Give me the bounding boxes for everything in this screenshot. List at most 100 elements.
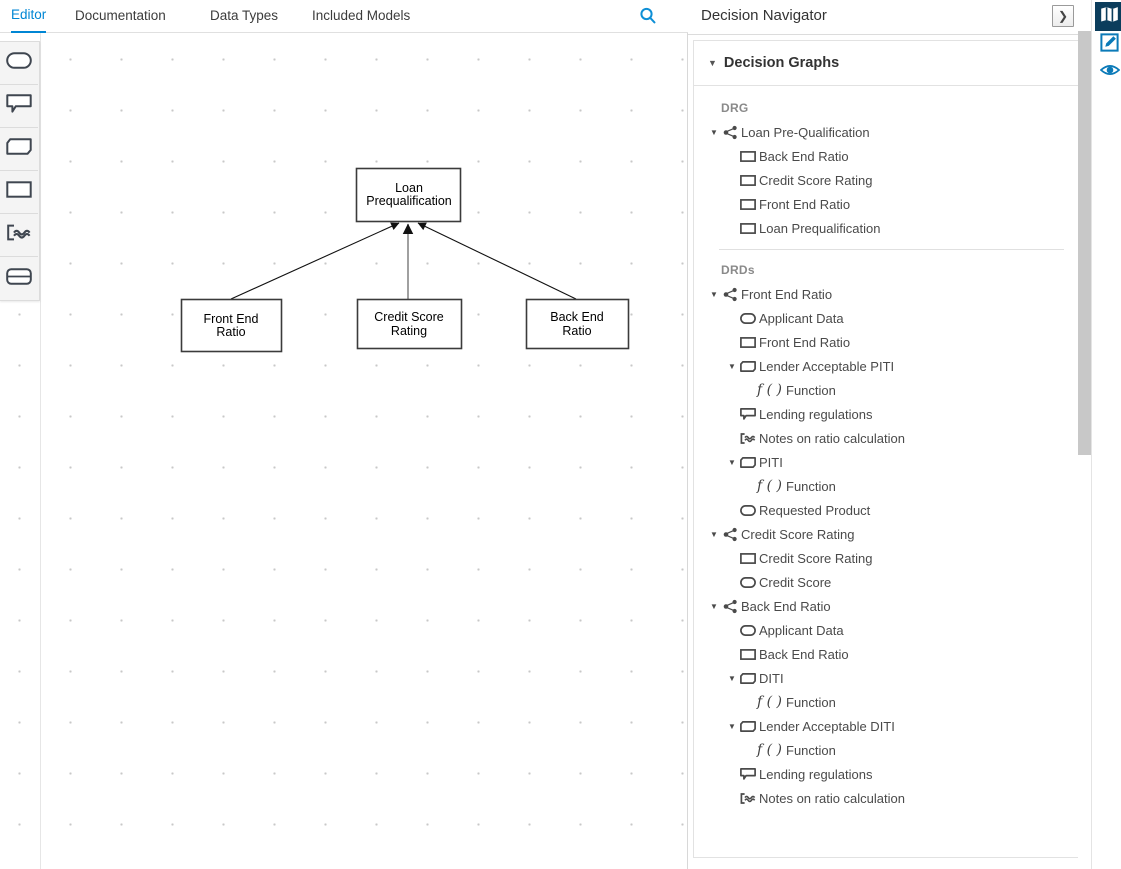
collapse-panel-button[interactable]: ❯ (1052, 5, 1074, 27)
tab-included-models[interactable]: Included Models (312, 0, 410, 33)
tree-item[interactable]: Lending regulations (694, 762, 1079, 786)
tree-item[interactable]: Credit Score Rating (694, 546, 1079, 570)
tree-item[interactable]: ▼ DITI (694, 666, 1079, 690)
decision-icon (739, 192, 757, 216)
tree-item-label: DITI (759, 670, 784, 686)
tab-data-types-label: Data Types (210, 7, 279, 23)
palette-text-annotation[interactable] (0, 85, 38, 128)
preview-eye-icon (1099, 63, 1120, 82)
tree-item-label: Back End Ratio (741, 598, 831, 614)
node-front-end-ratio (180, 298, 283, 353)
tree-item[interactable]: Applicant Data (694, 618, 1079, 642)
palette-knowledge-source[interactable] (0, 214, 38, 257)
decision-icon (739, 546, 757, 570)
tree-item[interactable]: ▼ PITI (694, 450, 1079, 474)
tree-item-label: Lender Acceptable DITI (759, 718, 895, 734)
navigator-scrollbar-thumb[interactable] (1078, 31, 1091, 455)
tree-item[interactable]: ▼ Back End Ratio (694, 594, 1079, 618)
decision-navigator-map-icon-button[interactable] (1095, 2, 1121, 31)
palette-business-knowledge-model[interactable] (0, 128, 38, 171)
tree-item[interactable]: Notes on ratio calculation (694, 786, 1079, 810)
tree-item[interactable]: Credit Score (694, 570, 1079, 594)
editor-tabbar: Editor Documentation Data Types Included… (0, 0, 688, 33)
tree-item-label: Function (786, 742, 836, 758)
tree-item[interactable]: f ( ) Function (694, 690, 1079, 714)
properties-edit-icon-button[interactable] (1095, 30, 1121, 59)
chevron-down-icon[interactable]: ▼ (725, 714, 739, 738)
editor-pane: Editor Documentation Data Types Included… (0, 0, 688, 869)
tree-item[interactable]: Front End Ratio (694, 330, 1079, 354)
tree-item-label: Credit Score Rating (759, 172, 873, 188)
tree-item-label: PITI (759, 454, 783, 470)
edge-front-end-ratio-to-loan (230, 222, 400, 300)
tab-included-models-label: Included Models (312, 7, 411, 23)
tree-item[interactable]: ▼ Lender Acceptable DITI (694, 714, 1079, 738)
chevron-down-icon[interactable]: ▼ (725, 666, 739, 690)
business-knowledge-model-icon (739, 714, 757, 738)
tree-item[interactable]: f ( ) Function (694, 474, 1079, 498)
decision-icon (739, 330, 757, 354)
tree-item[interactable]: Loan Prequalification (694, 216, 1079, 240)
tab-editor[interactable]: Editor (11, 0, 47, 33)
tree-item[interactable]: f ( ) Function (694, 738, 1079, 762)
palette-decision[interactable] (0, 171, 38, 214)
navigator-tree[interactable]: DRG ▼ Loan Pre-Qualification Back End Rati… (694, 86, 1079, 857)
tree-item[interactable]: Back End Ratio (694, 144, 1079, 168)
tree-item-label: Notes on ratio calculation (759, 430, 905, 446)
chevron-down-icon[interactable]: ▼ (707, 594, 721, 618)
palette-input-data[interactable] (0, 42, 38, 85)
knowledge-source-icon (739, 402, 757, 426)
dmn-canvas[interactable]: Loan Prequalification Front End Ratio Cr… (0, 33, 688, 869)
tree-item[interactable]: Lending regulations (694, 402, 1079, 426)
tab-data-types[interactable]: Data Types (210, 0, 278, 33)
decision-rectangle-icon (6, 181, 32, 203)
chevron-down-icon[interactable]: ▼ (707, 522, 721, 546)
chevron-down-icon[interactable]: ▼ (725, 450, 739, 474)
tree-item[interactable]: Back End Ratio (694, 642, 1079, 666)
tree-item[interactable]: ▼ Loan Pre-Qualification (694, 120, 1079, 144)
group-divider (719, 249, 1064, 250)
text-annotation-icon (739, 786, 757, 810)
input-data-icon (739, 570, 757, 594)
section-decision-graphs[interactable]: ▼ Decision Graphs (694, 41, 1079, 86)
tree-item[interactable]: ▼ Front End Ratio (694, 282, 1079, 306)
chevron-right-icon: ❯ (1057, 9, 1069, 23)
tree-item[interactable]: ▼ Credit Score Rating (694, 522, 1079, 546)
tree-item[interactable]: Front End Ratio (694, 192, 1079, 216)
input-data-icon (739, 306, 757, 330)
tree-item-label: Applicant Data (759, 310, 844, 326)
tree-item[interactable]: Credit Score Rating (694, 168, 1079, 192)
chevron-down-icon[interactable]: ▼ (707, 120, 721, 144)
business-knowledge-model-icon (739, 450, 757, 474)
tab-documentation[interactable]: Documentation (75, 0, 166, 33)
tree-item-label: Credit Score Rating (759, 550, 873, 566)
tab-documentation-label: Documentation (75, 7, 166, 23)
chevron-down-icon[interactable]: ▼ (707, 282, 721, 306)
search-icon[interactable] (638, 6, 658, 26)
preview-eye-icon-button[interactable] (1095, 58, 1121, 87)
tree-item[interactable]: ▼ Lender Acceptable PITI (694, 354, 1079, 378)
chevron-down-icon[interactable]: ▼ (725, 354, 739, 378)
tree-item-label: Function (786, 382, 836, 398)
palette-decision-service[interactable] (0, 257, 38, 300)
group-label: DRG (721, 101, 749, 115)
tree-item[interactable]: Requested Product (694, 498, 1079, 522)
dmn-editor-window: Editor Documentation Data Types Included… (0, 0, 1121, 869)
tree-item[interactable]: f ( ) Function (694, 378, 1079, 402)
tree-item[interactable]: Applicant Data (694, 306, 1079, 330)
tree-item[interactable]: Notes on ratio calculation (694, 426, 1079, 450)
tree-item-label: Function (786, 478, 836, 494)
decision-icon (739, 168, 757, 192)
decision-graph-icon (721, 594, 739, 618)
text-annotation-icon (739, 426, 757, 450)
